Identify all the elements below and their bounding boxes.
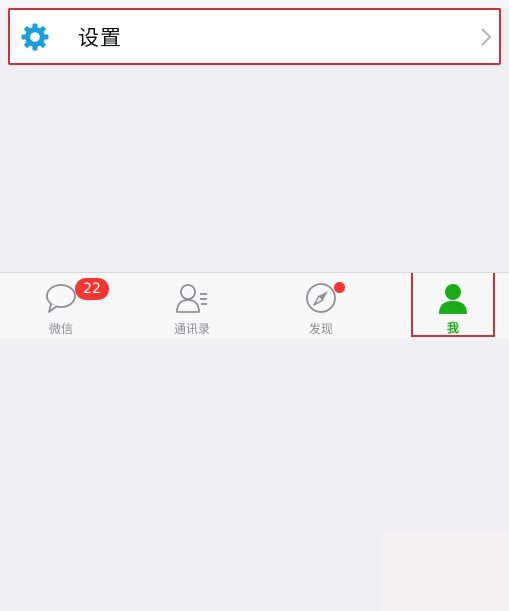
top-strip bbox=[0, 0, 509, 8]
tab-contacts[interactable]: 通讯录 bbox=[152, 273, 232, 339]
gear-icon bbox=[19, 21, 51, 53]
settings-row[interactable]: 设置 bbox=[8, 8, 501, 65]
tab-label: 我 bbox=[446, 321, 459, 335]
compass-icon bbox=[304, 281, 338, 315]
unread-badge: 22 bbox=[75, 278, 109, 300]
notification-dot bbox=[334, 282, 345, 293]
tab-label: 微信 bbox=[48, 322, 73, 336]
tab-label: 通讯录 bbox=[173, 322, 210, 336]
person-icon bbox=[436, 281, 470, 315]
chevron-right-icon bbox=[479, 27, 493, 47]
settings-label: 设置 bbox=[78, 25, 122, 50]
tab-me[interactable]: 我 bbox=[411, 273, 495, 337]
tab-discover[interactable]: 发现 bbox=[282, 273, 360, 339]
chat-bubble-icon bbox=[44, 281, 78, 315]
contacts-icon bbox=[175, 281, 209, 315]
watermark-patch bbox=[382, 532, 509, 611]
tab-label: 发现 bbox=[308, 322, 333, 336]
